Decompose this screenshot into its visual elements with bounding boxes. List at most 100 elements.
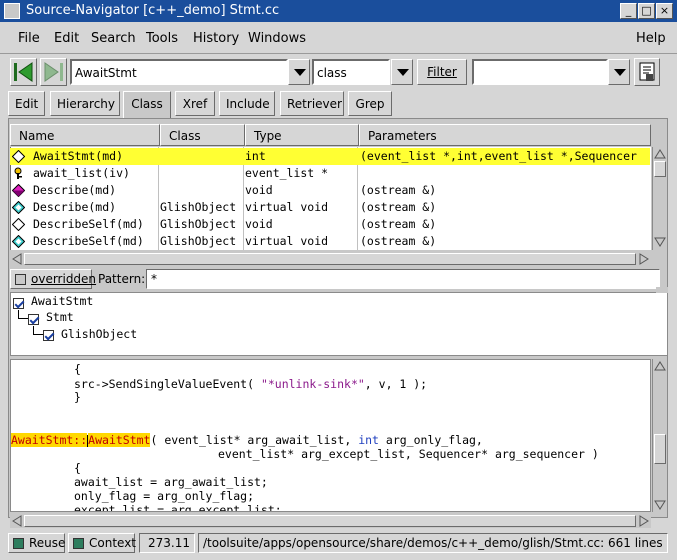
tab-retriever[interactable]: Retriever [280,91,344,116]
tab-label: Xref [182,97,208,111]
list-item[interactable]: Describe(md) GlishObject virtual void (o… [10,199,650,216]
menu-edit[interactable]: Edit [54,31,79,46]
filter-field[interactable] [472,59,608,85]
app-icon[interactable] [4,3,20,19]
member-type: virtual void [245,200,329,214]
tab-include[interactable]: Include [219,91,275,116]
member-params: (ostream &) [360,217,437,231]
scroll-thumb[interactable] [654,434,666,464]
tab-label: Include [226,97,270,111]
scroll-thumb[interactable] [654,161,666,177]
tab-label: Class [131,97,163,111]
code-line: AwaitStmt::AwaitStmt( event_list* arg_aw… [11,433,483,447]
overridden-checkbox[interactable] [15,274,26,285]
tab-label: Grep [355,97,385,111]
menu-history[interactable]: History [193,31,239,46]
overridden-toggle[interactable]: overridden [10,269,96,289]
lock-key-icon [14,167,22,179]
member-name: Describe(md) [33,200,117,214]
tab-xref[interactable]: Xref [175,91,215,116]
member-name: AwaitStmt(md) [33,149,124,163]
menu-tools[interactable]: Tools [146,31,178,46]
menu-file[interactable]: File [18,31,40,46]
column-header-class[interactable]: Class [160,124,245,146]
member-type: virtual void [245,234,329,248]
list-item[interactable]: DescribeSelf(md) GlishObject virtual voi… [10,233,650,250]
menu-help[interactable]: Help [636,31,666,46]
tree-checkbox[interactable] [13,298,24,309]
code-text: ( event_list* arg_await_list, [150,433,359,447]
scroll-up-icon [654,149,666,159]
diamond-magenta-icon [12,184,25,197]
menu-search[interactable]: Search [91,31,136,46]
member-type: event_list * [245,166,329,180]
file-path-status: /toolsuite/apps/opensource/share/demos/c… [198,533,668,553]
column-header-name[interactable]: Name [10,124,160,146]
scroll-down-icon [654,500,666,510]
tree-node-awaitstmt[interactable]: AwaitStmt [31,294,93,308]
diamond-outline-icon [12,150,25,163]
scroll-right-icon [639,253,649,265]
code-line: { [74,461,81,475]
member-name: await_list(iv) [33,166,130,180]
code-editor[interactable]: { src->SendSingleValueEvent( "*unlink-si… [10,359,651,512]
code-line: except_list = arg_except_list; [74,503,282,512]
tree-node-glishobject[interactable]: GlishObject [61,327,137,341]
filter-dropdown-button[interactable] [608,59,630,85]
menu-windows[interactable]: Windows [248,31,306,46]
member-type: void [245,217,273,231]
type-dropdown-button[interactable] [391,59,413,85]
member-class: GlishObject [160,234,237,248]
member-params: (event_list *,int,event_list *,Sequencer [360,149,637,163]
list-item[interactable]: DescribeSelf(md) GlishObject void (ostre… [10,216,650,233]
scroll-thumb[interactable] [24,253,636,265]
column-header-type[interactable]: Type [245,124,359,146]
tree-checkbox[interactable] [28,314,39,325]
tree-checkbox[interactable] [43,330,54,341]
context-label: Context [89,536,137,550]
back-button[interactable] [10,58,37,86]
members-horizontal-scrollbar[interactable] [10,252,651,266]
column-label: Parameters [368,129,437,143]
code-vertical-scrollbar[interactable] [652,359,666,512]
list-item[interactable]: AwaitStmt(md) int (event_list *,int,even… [10,148,650,165]
member-name: DescribeSelf(md) [33,234,144,248]
code-keyword: int [358,433,379,447]
print-button[interactable] [634,58,660,86]
code-highlight: AwaitStmt [88,433,151,447]
reuse-toggle[interactable]: Reuse [8,533,65,553]
member-params: (ostream &) [360,183,437,197]
tree-node-stmt[interactable]: Stmt [46,310,74,324]
column-header-parameters[interactable]: Parameters [359,124,651,146]
list-item[interactable]: await_list(iv) event_list * [10,165,650,182]
tab-grep[interactable]: Grep [348,91,392,116]
member-type: int [245,149,266,163]
code-line: await_list = arg_await_list; [74,475,268,489]
title-bar: Source-Navigator [c++_demo] Stmt.cc _ □ … [0,0,677,22]
maximize-button[interactable]: □ [638,3,655,19]
forward-arrow-icon [44,62,63,82]
pane-sash[interactable] [656,287,668,293]
member-class: GlishObject [160,200,237,214]
pattern-input[interactable]: * [146,269,660,289]
close-button[interactable]: × [656,3,673,19]
code-text: , v, 1 ); [364,377,428,391]
forward-button[interactable] [40,58,67,86]
tab-edit[interactable]: Edit [8,91,45,116]
type-field[interactable]: class [312,59,390,85]
scroll-thumb[interactable] [24,515,636,527]
code-text: arg_only_flag, [378,433,483,447]
tab-class[interactable]: Class [123,91,171,118]
symbol-dropdown-button[interactable] [288,59,310,85]
minimize-button[interactable]: _ [620,3,637,19]
members-vertical-scrollbar[interactable] [652,147,666,250]
hierarchy-tree: AwaitStmt Stmt GlishObject [10,292,668,356]
symbol-field[interactable]: AwaitStmt [70,59,288,85]
filter-button[interactable]: Filter [417,59,467,85]
member-class: GlishObject [160,217,237,231]
code-line: only_flag = arg_only_flag; [74,489,255,503]
context-toggle[interactable]: Context [68,533,137,553]
list-item[interactable]: Describe(md) void (ostream &) [10,182,650,199]
code-horizontal-scrollbar[interactable] [10,514,651,528]
tab-hierarchy[interactable]: Hierarchy [50,91,120,116]
